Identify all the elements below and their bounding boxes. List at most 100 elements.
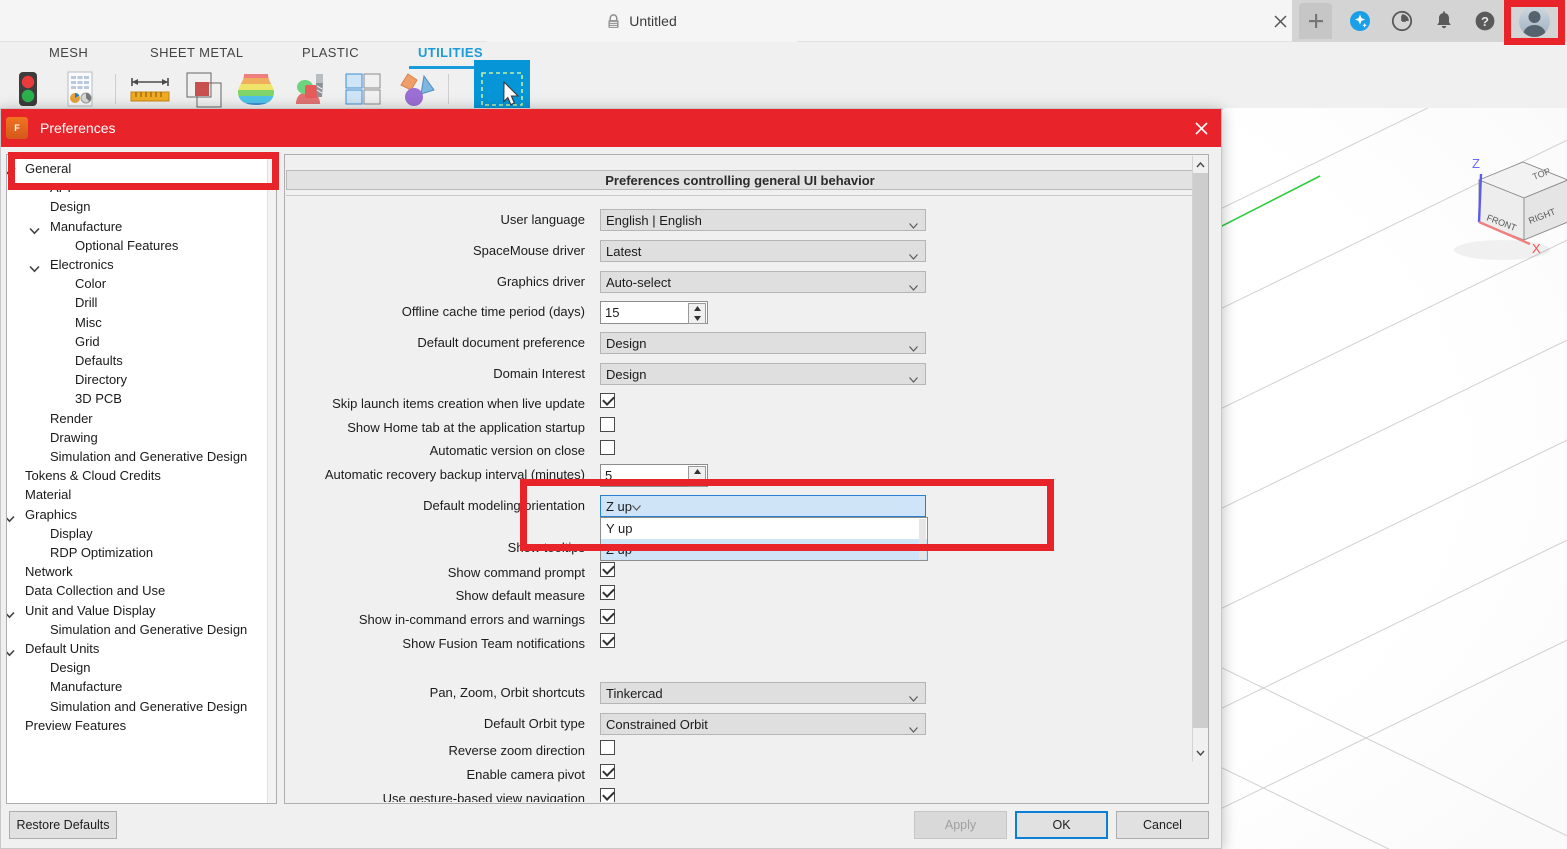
spinner-automatic-recovery-backup-interval-minutes[interactable]: 5 [600,464,708,487]
orientation-dropdown-list[interactable]: Y up Z up [600,517,928,561]
combobox-default-document-preference[interactable]: Design [600,332,926,354]
tree-item-api[interactable]: API [7,178,276,197]
dropdown-scrollbar[interactable] [919,519,926,559]
tree-item-optional-features[interactable]: Optional Features [7,236,276,255]
tree-item-design[interactable]: Design [7,658,276,677]
tree-item-default-units[interactable]: Default Units [7,639,276,658]
fusion-assistant-button[interactable] [1345,6,1375,36]
chevron-down-icon[interactable] [7,607,16,619]
document-tab[interactable]: Untitled [487,0,797,42]
combobox-default-modeling-orientation[interactable]: Z up [600,495,926,517]
spinner-down-button[interactable] [689,314,705,324]
tool-interference[interactable] [340,70,388,108]
chevron-down-icon[interactable] [29,261,41,273]
tree-item-graphics[interactable]: Graphics [7,505,276,524]
job-status-button[interactable] [1387,6,1417,36]
apply-button[interactable]: Apply [914,811,1007,839]
checkbox-reverse-zoom-direction[interactable] [600,740,615,755]
tab-mesh[interactable]: MESH [49,45,88,60]
chevron-down-icon[interactable] [29,223,41,235]
dialog-close-button[interactable] [1189,117,1213,139]
tab-utilities[interactable]: UTILITIES [418,45,483,60]
tool-curvature-map[interactable] [232,70,280,108]
dropdown-option-y-up[interactable]: Y up [601,518,927,539]
spinner-offline-cache-time-period-days[interactable]: 15 [600,301,708,324]
tree-item-network[interactable]: Network [7,562,276,581]
tree-item-color[interactable]: Color [7,274,276,293]
tree-item-manufacture[interactable]: Manufacture [7,217,276,236]
tree-item-simulation-and-generative-design[interactable]: Simulation and Generative Design [7,697,276,716]
cancel-button[interactable]: Cancel [1116,811,1209,839]
checkbox-skip-launch-items-creation-when-live-update[interactable] [600,393,615,408]
tree-item-3d-pcb[interactable]: 3D PCB [7,389,276,408]
close-tab-button[interactable] [1268,9,1292,33]
checkbox-show-command-prompt[interactable] [600,562,615,577]
checkbox-show-home-tab-at-the-application-startup[interactable] [600,417,615,432]
checkbox-enable-camera-pivot[interactable] [600,764,615,779]
tool-report[interactable] [60,70,108,108]
combobox-user-language[interactable]: English | English [600,209,926,231]
notifications-button[interactable] [1429,6,1459,36]
tree-item-general[interactable]: General [7,159,276,178]
dropdown-option-z-up[interactable]: Z up [601,539,927,560]
tree-item-display[interactable]: Display [7,524,276,543]
tree-item-grid[interactable]: Grid [7,332,276,351]
tab-plastic[interactable]: PLASTIC [302,45,359,60]
tree-item-electronics[interactable]: Electronics [7,255,276,274]
tool-machining-sim[interactable] [286,70,334,108]
combobox-graphics-driver[interactable]: Auto-select [600,271,926,293]
tool-viewport-selection[interactable] [474,70,530,108]
tree-scrollbar[interactable] [267,155,276,803]
tree-item-simulation-and-generative-design[interactable]: Simulation and Generative Design [7,447,276,466]
combobox-spacemouse-driver[interactable]: Latest [600,240,926,262]
combobox-default-orbit-type[interactable]: Constrained Orbit [600,713,926,735]
tab-sheet-metal[interactable]: SHEET METAL [150,45,244,60]
tree-item-defaults[interactable]: Defaults [7,351,276,370]
account-avatar[interactable] [1518,5,1550,37]
spinner-buttons[interactable] [688,303,706,324]
tree-item-directory[interactable]: Directory [7,370,276,389]
tool-traffic-light[interactable] [8,70,56,108]
combobox-domain-interest[interactable]: Design [600,363,926,385]
checkbox-show-in-command-errors-and-warnings[interactable] [600,609,615,624]
new-design-tab-button[interactable] [1299,3,1332,39]
tree-item-simulation-and-generative-design[interactable]: Simulation and Generative Design [7,620,276,639]
tree-item-manufacture[interactable]: Manufacture [7,677,276,696]
view-cube[interactable]: TOP FRONT RIGHT Z X [1422,140,1567,290]
spinner-up-button[interactable] [689,304,705,314]
restore-defaults-button[interactable]: Restore Defaults [9,811,117,839]
spinner-up-button[interactable] [689,467,705,477]
preferences-tree[interactable]: General API Design Manufacture Optional Feat… [6,154,277,804]
tree-item-unit-and-value-display[interactable]: Unit and Value Display [7,601,276,620]
tool-measure[interactable] [126,70,174,108]
tree-item-preview-features[interactable]: Preview Features [7,716,276,735]
checkbox-automatic-version-on-close[interactable] [600,440,615,455]
tree-item-misc[interactable]: Misc [7,313,276,332]
chevron-down-icon[interactable] [7,511,16,523]
scrollbar-thumb[interactable] [1193,173,1208,728]
tree-item-tokens-cloud-credits[interactable]: Tokens & Cloud Credits [7,466,276,485]
chevron-down-icon[interactable] [7,645,16,657]
tree-item-drill[interactable]: Drill [7,293,276,312]
tree-item-data-collection-and-use[interactable]: Data Collection and Use [7,581,276,600]
dialog-title-bar[interactable]: F Preferences [1,109,1221,147]
ok-button[interactable]: OK [1015,811,1108,839]
help-button[interactable]: ? [1470,6,1500,36]
tool-component-color[interactable] [394,70,442,108]
checkbox-use-gesture-based-view-navigation[interactable] [600,788,615,802]
tree-item-material[interactable]: Material [7,485,276,504]
tool-section-analysis[interactable] [180,70,228,108]
settings-scrollbar[interactable] [1192,156,1208,762]
scroll-down-button[interactable] [1193,745,1208,761]
combobox-pan-zoom-orbit-shortcuts[interactable]: Tinkercad [600,682,926,704]
checkbox-show-fusion-team-notifications[interactable] [600,633,615,648]
setting-label-wrap: Default document preference [285,332,585,354]
spinner-buttons[interactable] [688,466,706,487]
scroll-up-button[interactable] [1193,157,1208,173]
checkbox-show-default-measure[interactable] [600,585,615,600]
spinner-down-button[interactable] [689,477,705,487]
tree-item-rdp-optimization[interactable]: RDP Optimization [7,543,276,562]
tree-item-drawing[interactable]: Drawing [7,428,276,447]
tree-item-render[interactable]: Render [7,409,276,428]
tree-item-design[interactable]: Design [7,197,276,216]
